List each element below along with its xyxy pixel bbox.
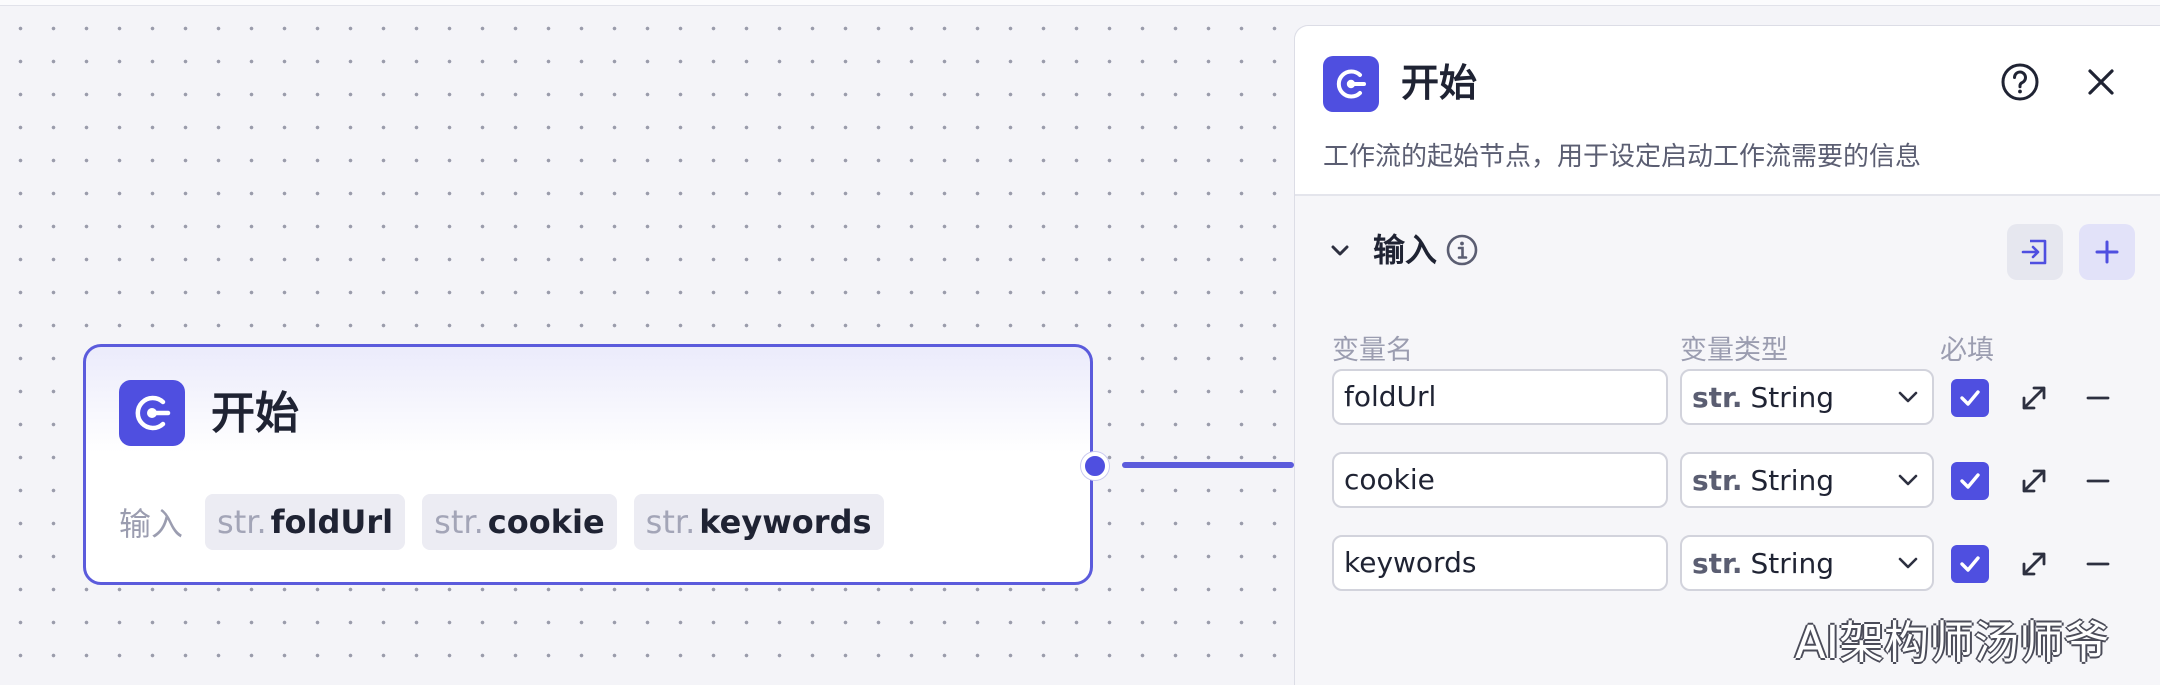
- variable-name: keywords: [699, 503, 872, 541]
- column-header-required: 必填: [1940, 335, 1994, 366]
- import-icon: [2021, 239, 2047, 265]
- variable-row: foldUrl str. String: [1295, 369, 2160, 429]
- variable-name-input[interactable]: cookie: [1332, 452, 1668, 508]
- check-icon: [1960, 390, 1980, 406]
- variable-row: cookie str. String: [1295, 452, 2160, 512]
- variable-name-input[interactable]: foldUrl: [1332, 369, 1668, 425]
- type-label: str.: [434, 503, 484, 541]
- variable-type-select[interactable]: str. String: [1680, 452, 1934, 508]
- remove-icon[interactable]: [2081, 464, 2115, 498]
- plus-icon: [2095, 240, 2119, 264]
- variable-chip: str. cookie: [422, 494, 617, 550]
- variable-name-input[interactable]: keywords: [1332, 535, 1668, 591]
- help-icon[interactable]: [2000, 62, 2040, 102]
- chevron-down-icon: [1898, 557, 1918, 569]
- check-icon: [1960, 556, 1980, 572]
- expand-icon[interactable]: [2017, 381, 2051, 415]
- start-node[interactable]: 开始 输入 str. foldUrl str. cookie str. keyw…: [83, 344, 1093, 585]
- check-icon: [1960, 473, 1980, 489]
- import-button[interactable]: [2007, 224, 2063, 280]
- panel-description: 工作流的起始节点，用于设定启动工作流需要的信息: [1323, 142, 1922, 172]
- remove-icon[interactable]: [2081, 381, 2115, 415]
- type-prefix: str.: [1692, 463, 1743, 497]
- inputs-section-title: 输入: [1373, 231, 1438, 269]
- inputs-label: 输入: [119, 505, 184, 543]
- variable-chip: str. keywords: [633, 494, 884, 550]
- variable-chip: str. foldUrl: [205, 494, 406, 550]
- type-value: String: [1750, 546, 1835, 580]
- remove-icon[interactable]: [2081, 547, 2115, 581]
- column-header-type: 变量类型: [1680, 335, 1788, 366]
- close-icon[interactable]: [2083, 64, 2119, 100]
- start-node-title: 开始: [211, 388, 299, 439]
- type-value: String: [1750, 463, 1835, 497]
- panel-title: 开始: [1401, 61, 1478, 105]
- start-node-icon: [119, 380, 185, 446]
- required-checkbox[interactable]: [1951, 545, 1989, 583]
- column-header-name: 变量名: [1332, 335, 1413, 366]
- type-prefix: str.: [1692, 546, 1743, 580]
- panel-header: 开始 工作流的起始节点，用于设定启动工作流需要的信息: [1295, 26, 2160, 196]
- required-checkbox[interactable]: [1951, 379, 1989, 417]
- connection-edge[interactable]: [1122, 462, 1294, 468]
- variable-type-select[interactable]: str. String: [1680, 535, 1934, 591]
- canvas-top-border: [0, 0, 2160, 6]
- expand-icon[interactable]: [2017, 547, 2051, 581]
- variable-name: foldUrl: [270, 503, 394, 541]
- chevron-down-icon: [1898, 391, 1918, 403]
- node-settings-panel: 开始 工作流的起始节点，用于设定启动工作流需要的信息 输入 变量名 变量类型 必…: [1294, 25, 2160, 685]
- chevron-down-icon: [1898, 474, 1918, 486]
- type-value: String: [1750, 380, 1835, 414]
- variable-name: cookie: [487, 503, 605, 541]
- output-handle[interactable]: [1081, 452, 1109, 480]
- info-icon[interactable]: [1445, 233, 1479, 267]
- type-label: str.: [217, 503, 267, 541]
- required-checkbox[interactable]: [1951, 462, 1989, 500]
- add-variable-button[interactable]: [2079, 224, 2135, 280]
- type-label: str.: [645, 503, 696, 541]
- start-node-inputs: 输入 str. foldUrl str. cookie str. keyword…: [119, 494, 901, 550]
- start-node-icon: [1323, 56, 1379, 112]
- variable-type-select[interactable]: str. String: [1680, 369, 1934, 425]
- variable-row: keywords str. String: [1295, 535, 2160, 595]
- watermark-text: AI架构师汤师爷: [1795, 616, 2110, 669]
- type-prefix: str.: [1692, 380, 1743, 414]
- expand-icon[interactable]: [2017, 464, 2051, 498]
- chevron-down-icon[interactable]: [1325, 236, 1355, 266]
